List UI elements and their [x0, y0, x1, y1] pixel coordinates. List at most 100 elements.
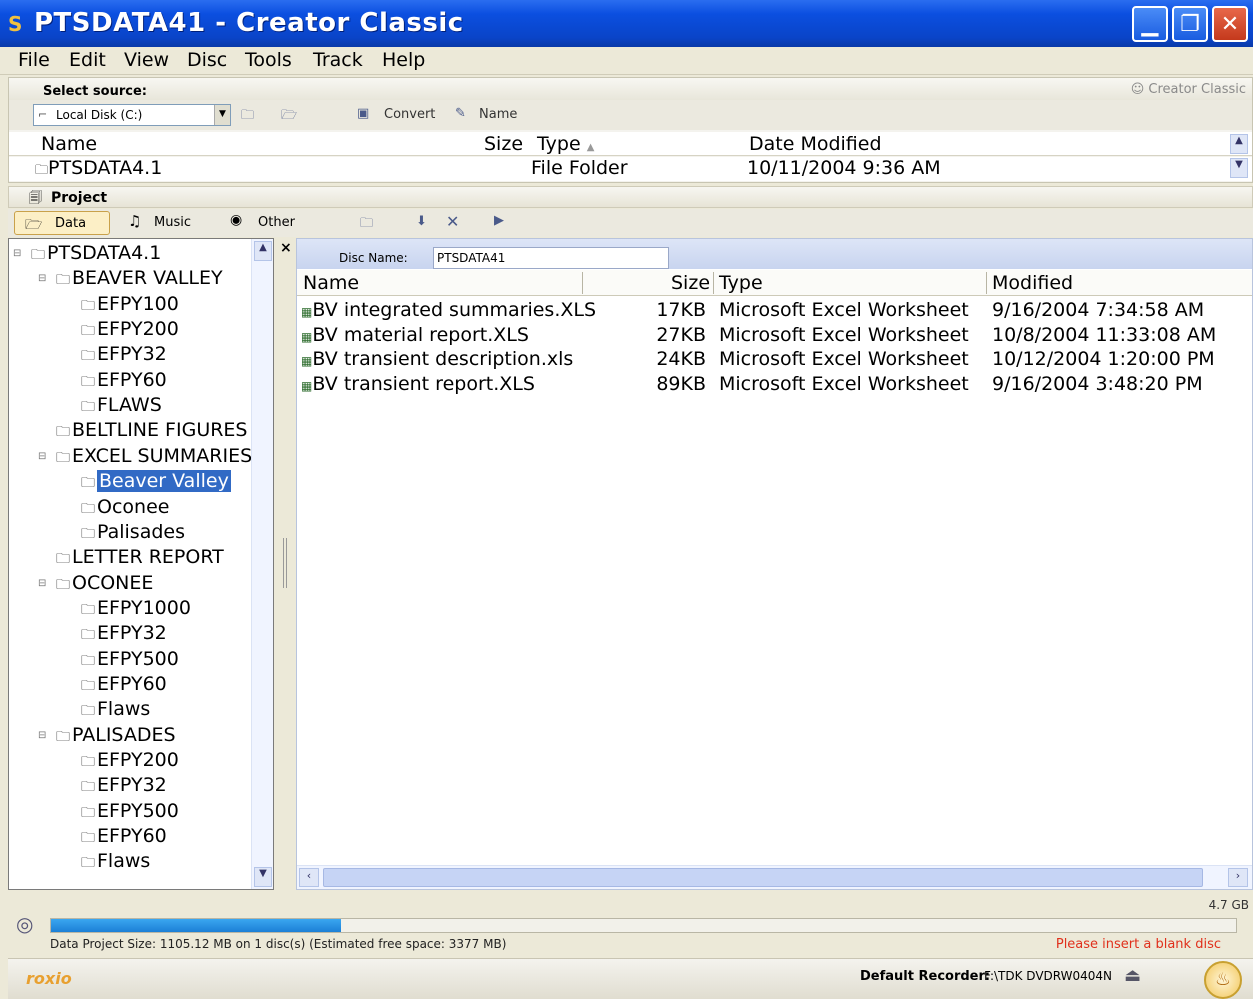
scroll-left-icon[interactable]: ‹ — [299, 868, 319, 887]
scroll-up-icon[interactable]: ▲ — [254, 241, 272, 261]
col-size[interactable]: Size — [671, 272, 710, 294]
menu-view[interactable]: View — [124, 49, 169, 71]
tree-item[interactable]: 🗀 Oconee — [81, 496, 169, 522]
menu-tools[interactable]: Tools — [245, 49, 292, 71]
minimize-button[interactable]: ▁ — [1132, 6, 1168, 42]
menu-help[interactable]: Help — [382, 49, 425, 71]
move-down-icon[interactable]: ⬇ — [416, 214, 427, 229]
col-type[interactable]: Type ▲ — [537, 133, 594, 155]
file-row[interactable]: ▦BV transient report.XLS 89KB Microsoft Ex… — [297, 373, 1252, 397]
folder-icon: 🗀 — [81, 804, 95, 821]
tree-scrollbar[interactable]: ▲ ▼ — [251, 239, 273, 889]
disc-icon: ◎ — [16, 912, 34, 936]
tree-item[interactable]: 🗀 EFPY60 — [81, 825, 167, 851]
menu-file[interactable]: File — [18, 49, 50, 71]
tree-expander-icon[interactable]: ⊟ — [38, 273, 46, 284]
maximize-button[interactable]: ❐ — [1172, 6, 1208, 42]
menu-track[interactable]: Track — [313, 49, 363, 71]
chevron-down-icon[interactable]: ▼ — [214, 105, 230, 125]
disc-name-input[interactable]: PTSDATA41 — [433, 247, 669, 269]
tree-item[interactable]: 🗀 Flaws — [81, 698, 150, 724]
burn-button[interactable]: ♨ — [1204, 961, 1242, 999]
file-modified: 10/12/2004 1:20:00 PM — [992, 348, 1215, 370]
tree-item[interactable]: 🗀 EFPY60 — [81, 673, 167, 699]
tree-item[interactable]: 🗀 PTSDATA4.1 — [31, 242, 161, 268]
tree-item[interactable]: 🗀 Palisades — [81, 521, 185, 547]
col-name[interactable]: Name — [303, 272, 359, 294]
folder-icon: 🗀 — [81, 373, 95, 390]
tree-item-label: BELTLINE FIGURES — [72, 419, 248, 442]
tree-item[interactable]: 🗀 EFPY200 — [81, 318, 179, 344]
source-row[interactable]: 🗀PTSDATA4.1 File Folder 10/11/2004 9:36 … — [9, 157, 1252, 181]
insert-disc-warning: Please insert a blank disc — [1055, 937, 1221, 952]
tree-item[interactable]: 🗀 EFPY60 — [81, 369, 167, 395]
source-header: Select source: ☺ Creator Classic — [9, 78, 1252, 100]
tree-item[interactable]: 🗀 EFPY32 — [81, 343, 167, 369]
folder-icon: 🗀 — [81, 703, 95, 720]
horizontal-scrollbar[interactable]: ‹ › — [297, 865, 1252, 889]
close-button[interactable]: ✕ — [1212, 6, 1248, 42]
play-icon[interactable]: ▶ — [494, 213, 504, 228]
scroll-right-icon[interactable]: › — [1228, 868, 1248, 887]
name-button[interactable]: Name — [479, 107, 517, 122]
tree-item[interactable]: 🗀 EFPY200 — [81, 749, 179, 775]
tree-item[interactable]: 🗀 EFPY100 — [81, 293, 179, 319]
col-type[interactable]: Type — [719, 272, 763, 294]
col-modified[interactable]: Modified — [992, 272, 1073, 294]
close-icon[interactable]: × — [280, 240, 292, 256]
col-size[interactable]: Size — [484, 133, 523, 155]
file-row[interactable]: ▦BV integrated summaries.XLS 17KB Microsof… — [297, 299, 1252, 323]
tree-item[interactable]: 🗀 EFPY500 — [81, 648, 179, 674]
tree-item[interactable]: 🗀 BEAVER VALLEY — [56, 267, 223, 293]
tree-item[interactable]: 🗀 EFPY1000 — [81, 597, 191, 623]
delete-icon[interactable]: ✕ — [446, 212, 459, 231]
source-drive-select[interactable]: ⌐ Local Disk (C:) ▼ — [33, 104, 231, 126]
scroll-down-icon[interactable]: ▼ — [1230, 158, 1248, 178]
tree-item-label: EFPY200 — [97, 318, 179, 341]
splitter-grip[interactable] — [283, 538, 287, 588]
up-folder-icon[interactable]: 🗀 — [241, 106, 254, 128]
menu-edit[interactable]: Edit — [69, 49, 106, 71]
tree-item-label: EFPY200 — [97, 749, 179, 771]
scroll-up-icon[interactable]: ▲ — [1230, 134, 1248, 154]
new-folder-icon[interactable]: 🗁 — [281, 106, 297, 128]
tree-item[interactable]: 🗀 EFPY500 — [81, 800, 179, 826]
tree-item[interactable]: 🗀 LETTER REPORT — [56, 546, 224, 572]
tree-item[interactable]: 🗀 OCONEE — [56, 572, 153, 598]
col-date-modified[interactable]: Date Modified — [749, 133, 882, 155]
tree-item-label: EFPY60 — [97, 368, 167, 391]
tree-expander-icon[interactable]: ⊟ — [38, 578, 46, 589]
tree-expander-icon[interactable]: ⊟ — [38, 451, 46, 462]
tab-other[interactable]: ◉ Other — [218, 211, 314, 235]
tab-music[interactable]: ♫ Music — [114, 211, 214, 235]
tree-item[interactable]: 🗀 PALISADES — [56, 724, 176, 750]
tree-expander-icon[interactable]: ⊟ — [13, 248, 21, 259]
project-size-text: Data Project Size: 1105.12 MB on 1 disc(… — [50, 937, 507, 951]
tree-item-label: Flaws — [97, 698, 151, 721]
tab-data[interactable]: 🗁 Data — [14, 211, 110, 235]
disc-usage-fill — [51, 919, 342, 932]
scroll-down-icon[interactable]: ▼ — [254, 867, 272, 887]
select-source-label: Select source: — [43, 84, 147, 99]
tree-item[interactable]: 🗀 Flaws — [81, 850, 150, 876]
scroll-thumb[interactable] — [323, 868, 1203, 887]
tree-item[interactable]: 🗀 EXCEL SUMMARIES — [56, 445, 252, 471]
data-folder-icon: 🗁 — [25, 217, 43, 233]
tree-item[interactable]: 🗀 EFPY32 — [81, 622, 167, 648]
convert-button[interactable]: Convert — [384, 107, 435, 122]
col-name[interactable]: Name — [41, 133, 97, 155]
tree-item[interactable]: 🗀 Beaver Valley — [81, 470, 231, 496]
folder-icon: 🗀 — [81, 830, 95, 847]
file-row[interactable]: ▦BV transient description.xls 24KB Microso… — [297, 348, 1252, 372]
tree-item[interactable]: 🗀 EFPY32 — [81, 774, 167, 800]
add-folder-icon[interactable]: 🗀 — [360, 214, 373, 236]
recorder-icon[interactable]: ⏏ — [1124, 965, 1141, 986]
file-row[interactable]: ▦BV material report.XLS 27KB Microsoft Exc… — [297, 324, 1252, 348]
tree-expander-icon[interactable]: ⊟ — [38, 730, 46, 741]
pane-splitter[interactable]: × — [274, 238, 296, 890]
tree-item[interactable]: 🗀 BELTLINE FIGURES — [56, 419, 248, 445]
tree-item[interactable]: 🗀 FLAWS — [81, 394, 162, 420]
window-title: PTSDATA41 - Creator Classic — [34, 8, 464, 38]
menu-disc[interactable]: Disc — [187, 49, 227, 71]
file-type: Microsoft Excel Worksheet — [719, 372, 969, 395]
